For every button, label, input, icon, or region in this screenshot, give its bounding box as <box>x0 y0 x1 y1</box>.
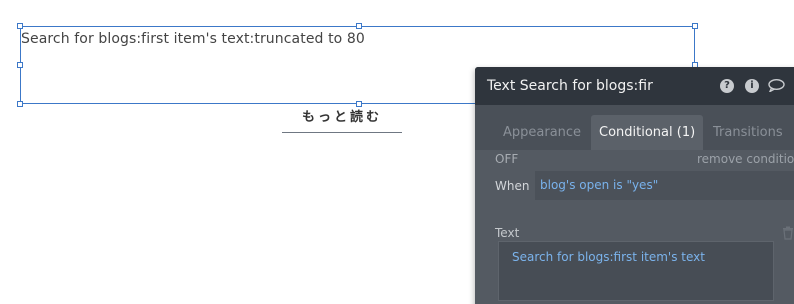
tab-transitions[interactable]: Transitions <box>713 115 783 150</box>
editor-canvas: Search for blogs:first item's text:trunc… <box>0 0 794 304</box>
text-property-label: Text <box>495 226 520 240</box>
panel-title: Text Search for blogs:fir <box>487 78 653 94</box>
tab-conditional[interactable]: Conditional (1) <box>591 115 704 150</box>
help-icon[interactable]: ? <box>720 79 734 93</box>
when-label: When <box>495 179 530 193</box>
condition-status[interactable]: OFF <box>495 152 518 166</box>
info-icon[interactable]: i <box>745 79 759 93</box>
tab-appearance[interactable]: Appearance <box>503 115 581 150</box>
resize-handle-bottom-left[interactable] <box>17 101 23 107</box>
resize-handle-middle-left[interactable] <box>17 62 23 68</box>
read-more-button[interactable]: もっと読む <box>282 106 402 133</box>
panel-header[interactable]: Text Search for blogs:fir ? i <box>475 67 794 105</box>
property-editor-panel: Text Search for blogs:fir ? i Appearance… <box>475 67 794 304</box>
comment-icon[interactable] <box>768 79 785 92</box>
resize-handle-top-right[interactable] <box>692 23 698 29</box>
text-property-field[interactable]: Search for blogs:first item's text <box>498 241 774 301</box>
trash-icon[interactable] <box>782 226 794 240</box>
remove-condition-link[interactable]: remove condition <box>697 152 794 166</box>
resize-handle-top-left[interactable] <box>17 23 23 29</box>
resize-handle-top-middle[interactable] <box>356 23 362 29</box>
when-expression-field[interactable]: blog's open is "yes" <box>535 171 794 200</box>
panel-tabs: Appearance Conditional (1) Transitions <box>475 105 794 150</box>
text-element-content: Search for blogs:first item's text:trunc… <box>21 31 365 47</box>
